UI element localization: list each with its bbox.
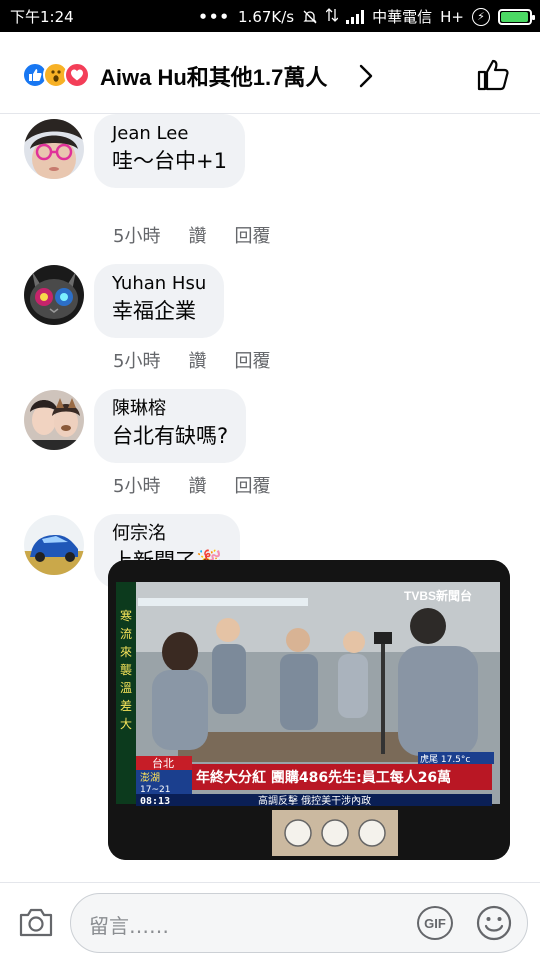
network-speed: 1.67K/s [238, 7, 295, 26]
comment-composer: 留言…… GIF [0, 882, 540, 960]
comment-list: Jean Lee 哇～台中+1 5小時 讚 回覆 Yuhan Hsu 幸福企業 … [0, 114, 540, 884]
comment-author[interactable]: 何宗洺 [112, 522, 222, 546]
comment-reply-link[interactable]: 回覆 [234, 222, 270, 248]
news-subline: 高調反擊 俄控美干涉內政 [258, 794, 371, 807]
channel-logo: TVBS新聞台 [404, 588, 472, 603]
avatar[interactable] [24, 265, 84, 325]
battery-fill [501, 11, 528, 22]
love-icon [64, 62, 90, 88]
reaction-icons [22, 62, 90, 88]
carrier-name: 中華電信 [372, 8, 433, 26]
avatar[interactable] [24, 515, 84, 575]
chevron-right-icon[interactable] [356, 64, 376, 88]
comment-actions: 5小時 讚 回覆 [113, 222, 298, 248]
signal-icon [346, 9, 365, 24]
comment-actions: 5小時 讚 回覆 [113, 472, 298, 498]
comment-like-link[interactable]: 讚 [188, 222, 206, 248]
data-transfer-icon [325, 7, 339, 27]
news-headline: 年終大分紅 團購486先生:員工每人26萬 [196, 769, 451, 786]
status-time: 下午1:24 [10, 8, 74, 26]
comment-time: 5小時 [113, 351, 161, 372]
comment-time: 5小時 [113, 476, 161, 497]
like-button[interactable] [476, 58, 510, 92]
comment-author[interactable]: Yuhan Hsu [112, 272, 206, 296]
status-bar: 下午1:24 ••• 1.67K/s 中華電信 H+ ⚡ [0, 0, 540, 32]
comment-text: 台北有缺嗎? [112, 424, 229, 448]
comment-time: 5小時 [113, 226, 161, 247]
ticker-temp: 17~21 [140, 785, 170, 795]
comment-input-placeholder[interactable]: 留言…… [89, 910, 169, 939]
comment-author[interactable]: Jean Lee [112, 122, 227, 146]
ticker-place: 澎湖 [140, 772, 160, 784]
ticker-city: 台北 [152, 756, 174, 770]
charging-icon: ⚡ [472, 7, 490, 26]
comments-sheet: Aiwa Hu和其他1.7萬人 Jean Lee 哇～台中+1 5小時 讚 回覆… [0, 32, 540, 960]
gif-icon[interactable]: GIF [417, 906, 453, 940]
avatar[interactable] [24, 390, 84, 450]
comment-photo[interactable]: 寒流來襲溫差大 TVBS新聞台 台北 澎湖 17~21 年終大分紅 團購486先… [108, 560, 510, 860]
weather-readout: 虎尾 17.5°c [420, 753, 470, 765]
data-type: H+ [440, 7, 464, 26]
comment-reply-link[interactable]: 回覆 [234, 347, 270, 373]
comment-like-link[interactable]: 讚 [188, 347, 206, 373]
emoji-icon[interactable] [475, 904, 513, 942]
comment-text: 哇～台中+1 [112, 149, 227, 173]
comment-like-link[interactable]: 讚 [188, 472, 206, 498]
comment-text: 幸福企業 [112, 299, 196, 323]
mute-icon [302, 9, 318, 25]
comment-actions: 5小時 讚 回覆 [113, 347, 298, 373]
camera-icon[interactable] [18, 905, 54, 939]
reactions-summary[interactable]: Aiwa Hu和其他1.7萬人 [100, 60, 327, 92]
side-caption: 寒流來襲溫差大 [120, 608, 132, 731]
comment-reply-link[interactable]: 回覆 [234, 472, 270, 498]
comment-bubble[interactable]: Yuhan Hsu 幸福企業 [94, 264, 225, 338]
comment-input[interactable]: 留言…… GIF [70, 893, 528, 953]
battery-icon [498, 8, 535, 25]
comment-author[interactable]: 陳琳榕 [112, 397, 228, 421]
reactions-header[interactable]: Aiwa Hu和其他1.7萬人 [0, 32, 540, 114]
notification-dots: ••• [198, 7, 231, 26]
comment-bubble[interactable]: Jean Lee 哇～台中+1 [94, 114, 245, 188]
status-right-group: ••• 1.67K/s 中華電信 H+ ⚡ [198, 6, 535, 27]
comment-bubble[interactable]: 陳琳榕 台北有缺嗎? [94, 389, 247, 463]
news-clock: 08:13 [140, 796, 170, 807]
avatar[interactable] [24, 119, 84, 179]
